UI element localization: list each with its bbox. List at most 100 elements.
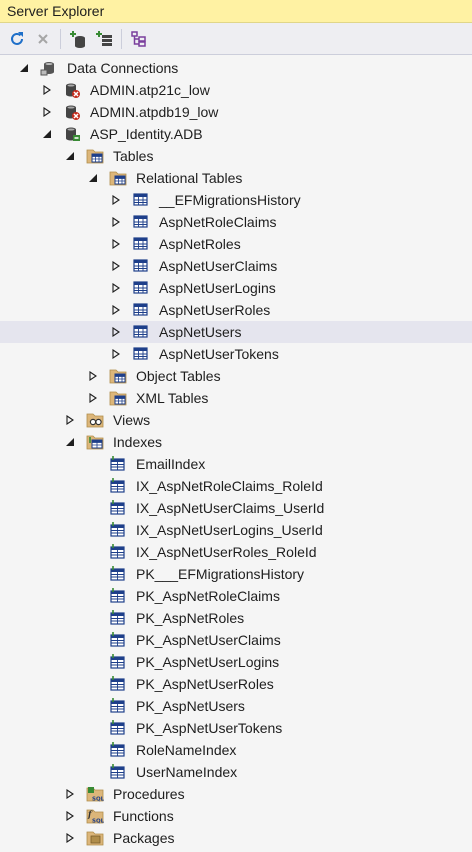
folder-table-icon	[109, 368, 127, 384]
expand-arrow-icon[interactable]	[109, 255, 123, 277]
tree-node-label: PK___EFMigrationsHistory	[136, 566, 305, 582]
collapse-arrow-icon[interactable]	[63, 145, 77, 167]
tree-node-ix-aspnetroleclaims-roleid[interactable]: IX_AspNetRoleClaims_RoleId	[0, 475, 472, 497]
stop-button[interactable]	[32, 28, 54, 50]
table-icon	[132, 324, 150, 340]
expand-arrow-icon[interactable]	[109, 321, 123, 343]
tree-node-aspnetuserroles[interactable]: AspNetUserRoles	[0, 299, 472, 321]
tree-node-efmigrationshistory[interactable]: __EFMigrationsHistory	[0, 189, 472, 211]
tree-node-label: Object Tables	[136, 368, 221, 384]
folder-table-icon	[109, 390, 127, 406]
folder-view-icon	[86, 412, 104, 428]
expand-arrow-icon[interactable]	[109, 299, 123, 321]
tree-node-ix-aspnetuserclaims-userid[interactable]: IX_AspNetUserClaims_UserId	[0, 497, 472, 519]
expand-arrow-icon[interactable]	[40, 101, 54, 123]
table-icon	[132, 214, 150, 230]
tree-node-aspnetuserlogins[interactable]: AspNetUserLogins	[0, 277, 472, 299]
tree-node-aspnetuserclaims[interactable]: AspNetUserClaims	[0, 255, 472, 277]
tree-node-tables[interactable]: Tables	[0, 145, 472, 167]
collapse-arrow-icon[interactable]	[63, 431, 77, 453]
sharepoint-icon	[131, 30, 146, 47]
tree-node-label: PK_AspNetUserTokens	[136, 720, 283, 736]
tree-node-relational-tables[interactable]: Relational Tables	[0, 167, 472, 189]
tree-node-label: AspNetUsers	[159, 324, 242, 340]
collapse-arrow-icon[interactable]	[17, 57, 31, 79]
tree-node-label: Relational Tables	[136, 170, 243, 186]
tree-node-rolenameindex[interactable]: RoleNameIndex	[0, 739, 472, 761]
tree-node-functions[interactable]: f SQL Functions	[0, 805, 472, 827]
tree-node-admin-atp21c-low[interactable]: ADMIN.atp21c_low	[0, 79, 472, 101]
tree-node-object-tables[interactable]: Object Tables	[0, 365, 472, 387]
tree-node-usernameindex[interactable]: UserNameIndex	[0, 761, 472, 783]
tree-node-admin-atpdb19-low[interactable]: ADMIN.atpdb19_low	[0, 101, 472, 123]
window-title: Server Explorer	[7, 3, 105, 19]
tree-node-aspnetroles[interactable]: AspNetRoles	[0, 233, 472, 255]
connect-to-sharepoint-button[interactable]	[128, 28, 150, 50]
collapse-arrow-icon[interactable]	[86, 167, 100, 189]
table-icon	[132, 302, 150, 318]
toolbar	[0, 23, 472, 55]
tree-node-pk-aspnetusers[interactable]: PK_AspNetUsers	[0, 695, 472, 717]
tree-node-pk-aspnetuserclaims[interactable]: PK_AspNetUserClaims	[0, 629, 472, 651]
tree-node-label: RoleNameIndex	[136, 742, 237, 758]
tree-node-packages[interactable]: Packages	[0, 827, 472, 849]
tree-node-aspnetroleclaims[interactable]: AspNetRoleClaims	[0, 211, 472, 233]
server-explorer-tree: Data Connections ADMIN.atp21c_low ADMIN.at…	[0, 55, 472, 849]
tree-node-aspnetusers[interactable]: AspNetUsers	[0, 321, 472, 343]
expand-arrow-icon[interactable]	[109, 189, 123, 211]
tree-node-pk-aspnetroleclaims[interactable]: PK_AspNetRoleClaims	[0, 585, 472, 607]
expand-arrow-icon[interactable]	[63, 827, 77, 849]
refresh-button[interactable]	[6, 28, 28, 50]
tree-node-label: XML Tables	[136, 390, 209, 406]
svg-text:SQL: SQL	[92, 797, 104, 803]
tree-node-procedures[interactable]: SQL Procedures	[0, 783, 472, 805]
tree-node-ix-aspnetuserlogins-userid[interactable]: IX_AspNetUserLogins_UserId	[0, 519, 472, 541]
tree-node-pk-aspnetroles[interactable]: PK_AspNetRoles	[0, 607, 472, 629]
tree-node-aspnetusertokens[interactable]: AspNetUserTokens	[0, 343, 472, 365]
tree-node-label: AspNetUserClaims	[159, 258, 278, 274]
expand-arrow-icon[interactable]	[109, 233, 123, 255]
expand-arrow-icon[interactable]	[63, 783, 77, 805]
tree-node-pk-aspnetusertokens[interactable]: PK_AspNetUserTokens	[0, 717, 472, 739]
tree-node-pk-aspnetuserlogins[interactable]: PK_AspNetUserLogins	[0, 651, 472, 673]
connect-to-server-button[interactable]	[93, 28, 115, 50]
expand-arrow-icon[interactable]	[109, 211, 123, 233]
db-error-icon	[63, 104, 81, 120]
tree-node-views[interactable]: Views	[0, 409, 472, 431]
index-icon	[109, 522, 127, 538]
tree-node-pk-aspnetuserroles[interactable]: PK_AspNetUserRoles	[0, 673, 472, 695]
tree-node-indexes[interactable]: Indexes	[0, 431, 472, 453]
tree-node-label: PK_AspNetUsers	[136, 698, 245, 714]
table-icon	[132, 346, 150, 362]
folder-index-icon	[86, 434, 104, 450]
tree-node-label: AspNetUserLogins	[159, 280, 276, 296]
index-icon	[109, 500, 127, 516]
expand-arrow-icon[interactable]	[63, 409, 77, 431]
expand-arrow-icon[interactable]	[109, 343, 123, 365]
db-error-icon	[63, 82, 81, 98]
tree-node-emailindex[interactable]: EmailIndex	[0, 453, 472, 475]
tree-node-asp-identity-adb[interactable]: ASP_Identity.ADB	[0, 123, 472, 145]
tree-node-label: Tables	[113, 148, 154, 164]
connect-to-database-button[interactable]	[67, 28, 89, 50]
data-connections-icon	[40, 60, 58, 76]
tree-node-label: UserNameIndex	[136, 764, 238, 780]
tree-node-label: IX_AspNetUserRoles_RoleId	[136, 544, 317, 560]
index-icon	[109, 742, 127, 758]
table-icon	[132, 280, 150, 296]
tree-node-data-connections[interactable]: Data Connections	[0, 57, 472, 79]
index-icon	[109, 544, 127, 560]
tree-node-label: AspNetRoleClaims	[159, 214, 277, 230]
collapse-arrow-icon[interactable]	[40, 123, 54, 145]
tree-node-pk-efmigrationshistory[interactable]: PK___EFMigrationsHistory	[0, 563, 472, 585]
expand-arrow-icon[interactable]	[86, 387, 100, 409]
tree-node-label: EmailIndex	[136, 456, 206, 472]
tree-node-ix-aspnetuserroles-roleid[interactable]: IX_AspNetUserRoles_RoleId	[0, 541, 472, 563]
index-icon	[109, 720, 127, 736]
expand-arrow-icon[interactable]	[63, 805, 77, 827]
tree-node-xml-tables[interactable]: XML Tables	[0, 387, 472, 409]
expand-arrow-icon[interactable]	[86, 365, 100, 387]
expand-arrow-icon[interactable]	[40, 79, 54, 101]
index-icon	[109, 654, 127, 670]
expand-arrow-icon[interactable]	[109, 277, 123, 299]
